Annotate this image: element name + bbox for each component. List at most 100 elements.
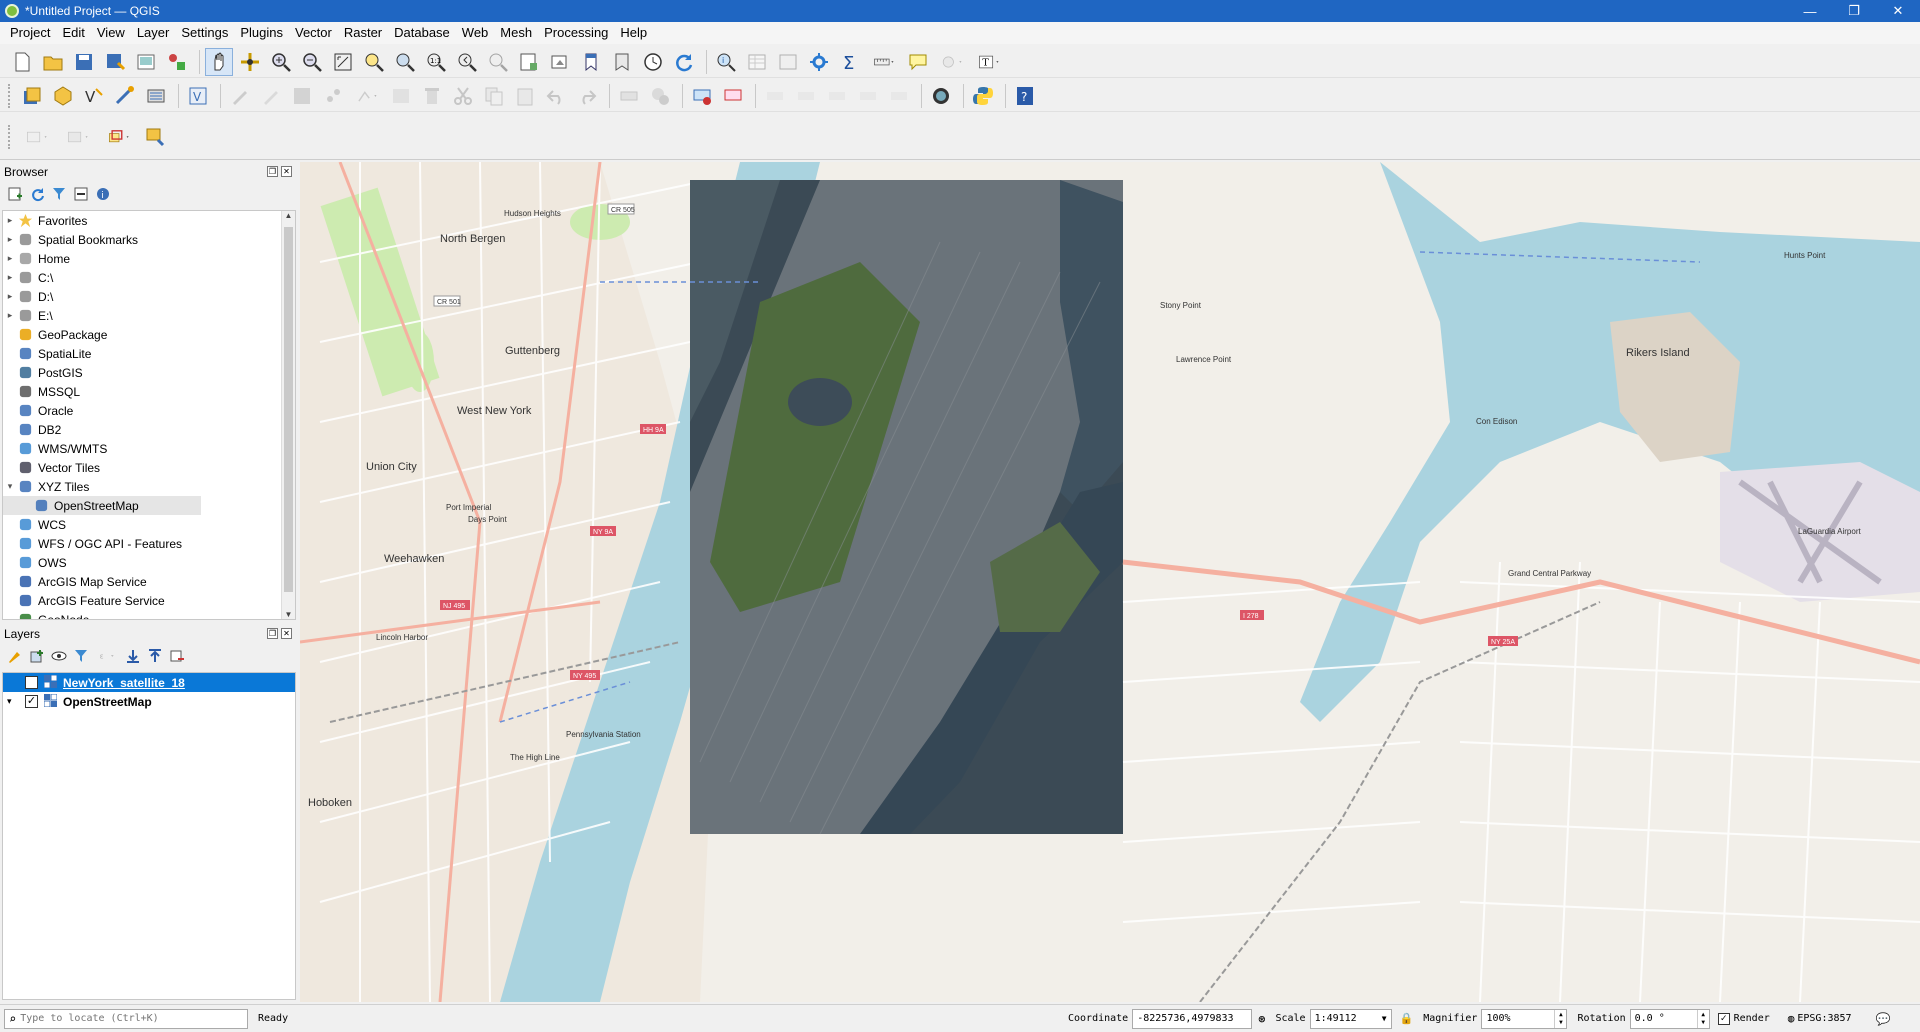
menu-edit[interactable]: Edit [56, 22, 90, 44]
new-temporary-scratch-layer-icon[interactable] [111, 82, 139, 110]
browser-item[interactable]: ▾ XYZ Tiles [3, 477, 295, 496]
layer-item[interactable]: ✓ NewYork_satellite_18 [3, 673, 295, 692]
rotation-spinbox[interactable]: 0.0 ° ▲ ▼ [1629, 1008, 1710, 1029]
browser-item[interactable]: ▸ C:\ [3, 268, 295, 287]
modify-attributes-icon[interactable] [387, 82, 415, 110]
layer-item[interactable]: ▾ ✓ OpenStreetMap [3, 692, 295, 711]
add-annotation-icon[interactable] [141, 123, 169, 151]
pan-map-icon[interactable] [205, 47, 233, 76]
float-panel-button[interactable]: ❐ [267, 166, 278, 177]
remove-layer-icon[interactable] [168, 647, 186, 665]
menu-mesh[interactable]: Mesh [494, 22, 538, 44]
expand-arrow-icon[interactable]: ▸ [3, 234, 17, 245]
new-project-icon[interactable] [8, 48, 36, 76]
browser-item[interactable]: GeoNode [3, 610, 295, 619]
save-as-icon[interactable] [101, 48, 129, 76]
text-annotation-icon[interactable]: T [972, 48, 1006, 76]
messages-icon[interactable]: 💬 [1876, 1012, 1891, 1026]
browser-item[interactable]: WCS [3, 515, 295, 534]
vertex-tool-icon[interactable] [350, 82, 384, 110]
new-virtual-layer-icon[interactable] [142, 82, 170, 110]
filter-by-expression-icon[interactable]: ε [94, 647, 120, 665]
menu-web[interactable]: Web [456, 22, 495, 44]
copy-features-icon[interactable] [480, 82, 508, 110]
menu-processing[interactable]: Processing [538, 22, 614, 44]
collapse-all-icon[interactable] [72, 185, 90, 203]
tile-plugin-icon[interactable] [927, 82, 955, 110]
browser-item[interactable]: ▸ Spatial Bookmarks [3, 230, 295, 249]
processing-toolbox-icon[interactable] [805, 48, 833, 76]
identify-features-icon[interactable]: i [712, 48, 740, 76]
help-contents-icon[interactable]: ? [1011, 82, 1039, 110]
browser-item[interactable]: OWS [3, 553, 295, 572]
layer-expand-icon[interactable]: ▾ [7, 696, 17, 707]
show-hide-labels-icon[interactable] [792, 82, 820, 110]
crs-button[interactable]: EPSG:3857 [1797, 1013, 1851, 1024]
browser-item[interactable]: GeoPackage [3, 325, 295, 344]
move-label-icon[interactable] [823, 82, 851, 110]
expand-arrow-icon[interactable]: ▸ [3, 310, 17, 321]
browser-item[interactable]: ▸ Favorites [3, 211, 295, 230]
manage-map-themes-icon[interactable] [50, 647, 68, 665]
new-map-view-icon[interactable] [515, 48, 543, 76]
magnifier-spinbox[interactable]: 100% ▲ ▼ [1481, 1008, 1568, 1029]
maximize-button[interactable]: ❐ [1832, 0, 1876, 22]
locator-input[interactable] [20, 1013, 231, 1024]
expand-all-icon[interactable] [124, 647, 142, 665]
menu-project[interactable]: Project [4, 22, 56, 44]
new-bookmark-icon[interactable] [577, 48, 605, 76]
zoom-to-selection-icon[interactable] [360, 48, 388, 76]
pin-labels-icon[interactable] [761, 82, 789, 110]
menu-plugins[interactable]: Plugins [234, 22, 289, 44]
new-geopackage-layer-icon[interactable] [49, 82, 77, 110]
browser-item[interactable]: Oracle [3, 401, 295, 420]
locator-box[interactable]: ⌕ [4, 1008, 248, 1029]
menu-view[interactable]: View [91, 22, 131, 44]
measure-line-icon[interactable] [867, 48, 901, 76]
browser-item[interactable]: ▸ E:\ [3, 306, 295, 325]
refresh-icon[interactable] [670, 48, 698, 76]
delete-selected-icon[interactable] [418, 82, 446, 110]
float-layers-panel-button[interactable]: ❐ [267, 628, 278, 639]
expand-arrow-icon[interactable]: ▸ [3, 291, 17, 302]
zoom-native-icon[interactable]: 1:1 [422, 48, 450, 76]
add-group-icon[interactable] [28, 647, 46, 665]
menu-layer[interactable]: Layer [131, 22, 176, 44]
toggle-editing-icon[interactable] [257, 82, 285, 110]
select-features-icon[interactable] [935, 48, 969, 76]
data-source-manager-icon[interactable] [18, 82, 46, 110]
temporal-controller-icon[interactable] [639, 48, 667, 76]
browser-item[interactable]: PostGIS [3, 363, 295, 382]
lock-scale-icon[interactable]: 🔒 [1400, 1012, 1414, 1025]
select-by-value-icon[interactable] [59, 123, 97, 151]
current-edits-icon[interactable] [226, 82, 254, 110]
collapse-all-layers-icon[interactable] [146, 647, 164, 665]
zoom-out-icon[interactable] [298, 48, 326, 76]
browser-item[interactable]: ▸ Home [3, 249, 295, 268]
close-button[interactable]: ✕ [1876, 0, 1920, 22]
open-attribute-table-icon[interactable] [743, 48, 771, 76]
cut-features-icon[interactable] [449, 82, 477, 110]
save-layer-edits-icon[interactable] [288, 82, 316, 110]
toggle-extents-icon[interactable]: ⊛ [1258, 1012, 1265, 1026]
layer-styling-icon[interactable] [6, 647, 24, 665]
minimize-button[interactable]: — [1788, 0, 1832, 22]
field-calculator-icon[interactable]: Σ [836, 48, 864, 76]
close-layers-panel-button[interactable]: ✕ [281, 628, 292, 639]
map-canvas[interactable]: North Bergen Guttenberg West New York Un… [300, 162, 1920, 1002]
menu-database[interactable]: Database [388, 22, 456, 44]
save-project-icon[interactable] [70, 48, 98, 76]
expand-arrow-icon[interactable]: ▾ [3, 481, 17, 492]
diagram-options-icon[interactable] [646, 82, 674, 110]
coordinate-field[interactable]: -8225736,4979833 [1132, 1008, 1253, 1029]
pan-to-selection-icon[interactable] [236, 48, 264, 76]
paste-features-icon[interactable] [511, 82, 539, 110]
open-project-icon[interactable] [39, 48, 67, 76]
new-print-layout-icon[interactable] [132, 48, 160, 76]
add-feature-icon[interactable] [319, 82, 347, 110]
filter-legend-icon[interactable] [72, 647, 90, 665]
deselect-all-icon[interactable] [100, 123, 138, 151]
label-tool-icon[interactable] [615, 82, 643, 110]
select-by-area-icon[interactable] [18, 123, 56, 151]
statistical-summary-icon[interactable] [774, 48, 802, 76]
